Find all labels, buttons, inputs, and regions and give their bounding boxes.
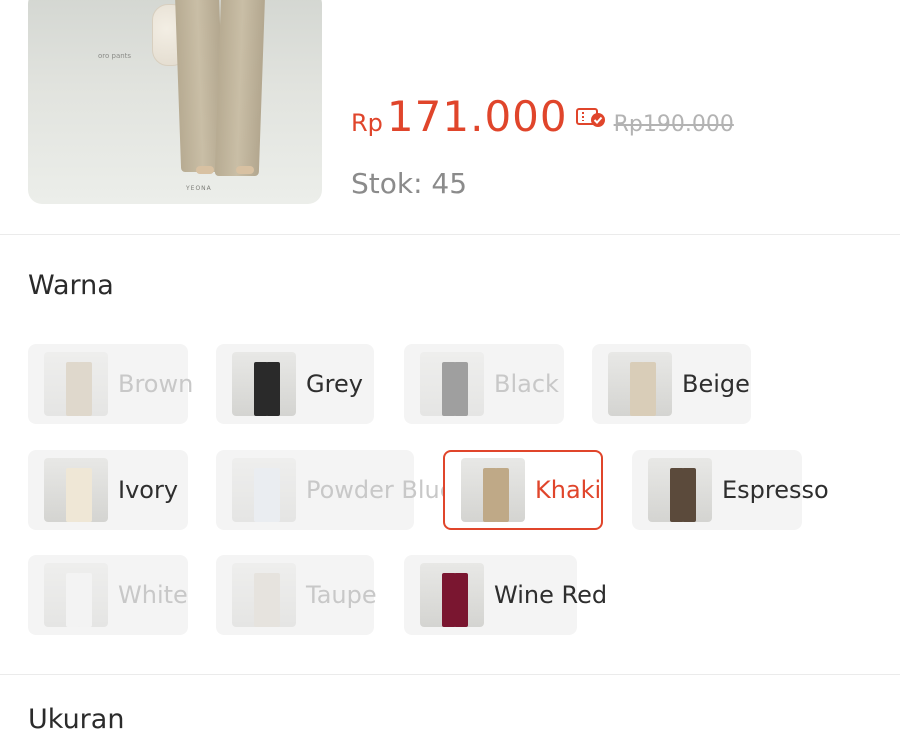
image-caption: oro pants [98, 52, 132, 60]
variant-thumbnail [232, 352, 296, 416]
variant-thumbnail [44, 563, 108, 627]
variant-label: Brown [118, 370, 194, 398]
variant-chip[interactable]: White [28, 555, 188, 635]
price-value: 171.000 [386, 92, 568, 141]
pant-leg-image [214, 0, 266, 176]
variant-thumbnail [420, 563, 484, 627]
variant-label: Khaki [535, 476, 602, 504]
size-section-title: Ukuran [28, 704, 125, 735]
variant-chip[interactable]: Wine Red [404, 555, 607, 635]
variant-label: Wine Red [494, 581, 608, 609]
shoe-image [196, 166, 214, 174]
variant-thumbnail [232, 458, 296, 522]
variant-thumbnail [608, 352, 672, 416]
image-brand: YEONA [186, 185, 212, 192]
variant-chip[interactable]: Beige [592, 344, 751, 424]
variant-chip[interactable]: Brown [28, 344, 193, 424]
divider [0, 674, 900, 675]
variant-label: Powder Blue [306, 476, 455, 504]
variant-thumbnail [461, 458, 525, 522]
variant-chip[interactable]: Taupe [216, 555, 377, 635]
stock-label: Stok: 45 [351, 167, 468, 200]
divider [0, 234, 900, 235]
variant-thumbnail [232, 563, 296, 627]
variant-label: Beige [682, 370, 750, 398]
variant-thumbnail [44, 352, 108, 416]
variant-label: Grey [306, 370, 363, 398]
variant-label: Espresso [722, 476, 829, 504]
price-row: Rp 171.000 Rp190.000 [351, 92, 734, 141]
variant-label: White [118, 581, 188, 609]
variant-chip[interactable]: Powder Blue [216, 450, 455, 530]
variant-chip[interactable]: Black [404, 344, 564, 424]
voucher-icon [575, 106, 606, 128]
price-currency: Rp [351, 109, 383, 137]
variant-chip[interactable]: Khaki [443, 450, 603, 530]
variant-section-title: Warna [28, 270, 114, 301]
product-image[interactable]: oro pants YEONA [28, 0, 322, 204]
variant-chip[interactable]: Espresso [632, 450, 829, 530]
variant-thumbnail [44, 458, 108, 522]
variant-label: Taupe [306, 581, 377, 609]
variant-chip[interactable]: Grey [216, 344, 374, 424]
original-price: Rp190.000 [613, 112, 734, 137]
variant-label: Black [494, 370, 559, 398]
variant-thumbnail [420, 352, 484, 416]
variant-chip[interactable]: Ivory [28, 450, 188, 530]
shoe-image [236, 166, 254, 174]
variant-thumbnail [648, 458, 712, 522]
variant-label: Ivory [118, 476, 179, 504]
